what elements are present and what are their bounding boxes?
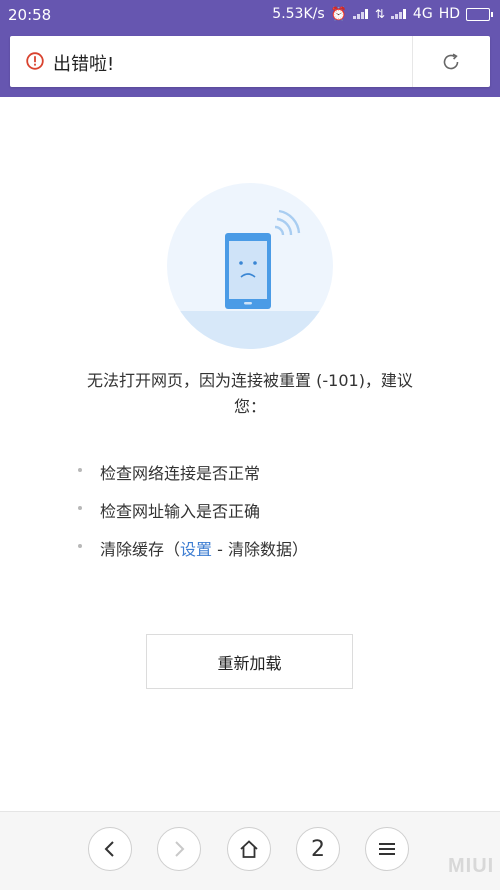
back-button[interactable] [88,827,132,871]
signal-icon-2 [390,9,407,19]
refresh-icon[interactable] [440,51,462,73]
tip-text: 清除缓存（设置 - 清除数据） [100,536,308,560]
bullet [78,506,82,510]
suggestion-list: 检查网络连接是否正常 检查网址输入是否正确 清除缓存（设置 - 清除数据） [78,458,438,572]
bullet [78,468,82,472]
battery-icon [466,7,493,21]
browser-header: 出错啦! [0,32,500,97]
forward-button[interactable] [157,827,201,871]
chevron-right-icon [175,841,185,857]
home-icon [240,840,258,858]
list-item: 检查网络连接是否正常 [78,458,438,496]
network-speed: 5.53K/s [272,6,325,22]
tab-count: 2 [311,836,325,862]
bottom-toolbar: 2 [0,811,500,890]
list-item: 清除缓存（设置 - 清除数据） [78,534,438,572]
miui-watermark: MIUI [448,855,495,877]
list-item: 检查网址输入是否正确 [78,496,438,534]
page-title: 出错啦! [53,54,115,75]
status-icons: 5.53K/s ⏰ ⇅ 4G HD [272,6,493,22]
sad-phone-icon [167,183,333,349]
bullet [78,544,82,548]
alarm-icon: ⏰ [330,6,347,22]
alert-circle-icon [26,52,44,70]
address-bar[interactable]: 出错啦! [10,36,490,87]
tip-text-pre: 清除缓存（ [100,540,181,559]
chevron-left-icon [104,841,114,857]
hd-badge: HD [438,6,460,22]
home-button[interactable] [227,827,271,871]
reload-button[interactable]: 重新加载 [146,634,353,689]
signal-icon [352,9,369,19]
network-type: 4G [412,6,433,22]
tabs-button[interactable]: 2 [296,827,340,871]
status-time: 20:58 [8,6,52,24]
menu-button[interactable] [365,827,409,871]
settings-link[interactable]: 设置 [180,540,212,559]
tip-text: 检查网络连接是否正常 [100,464,261,483]
tip-text: 检查网址输入是否正确 [100,502,261,521]
status-bar: 20:58 5.53K/s ⏰ ⇅ 4G HD [0,0,500,32]
tip-text-post: - 清除数据） [212,540,308,559]
divider [412,36,413,87]
menu-icon [379,843,395,855]
data-arrows-icon: ⇅ [374,7,385,21]
error-message: 无法打开网页，因为连接被重置 (-101)，建议您： [87,371,413,416]
